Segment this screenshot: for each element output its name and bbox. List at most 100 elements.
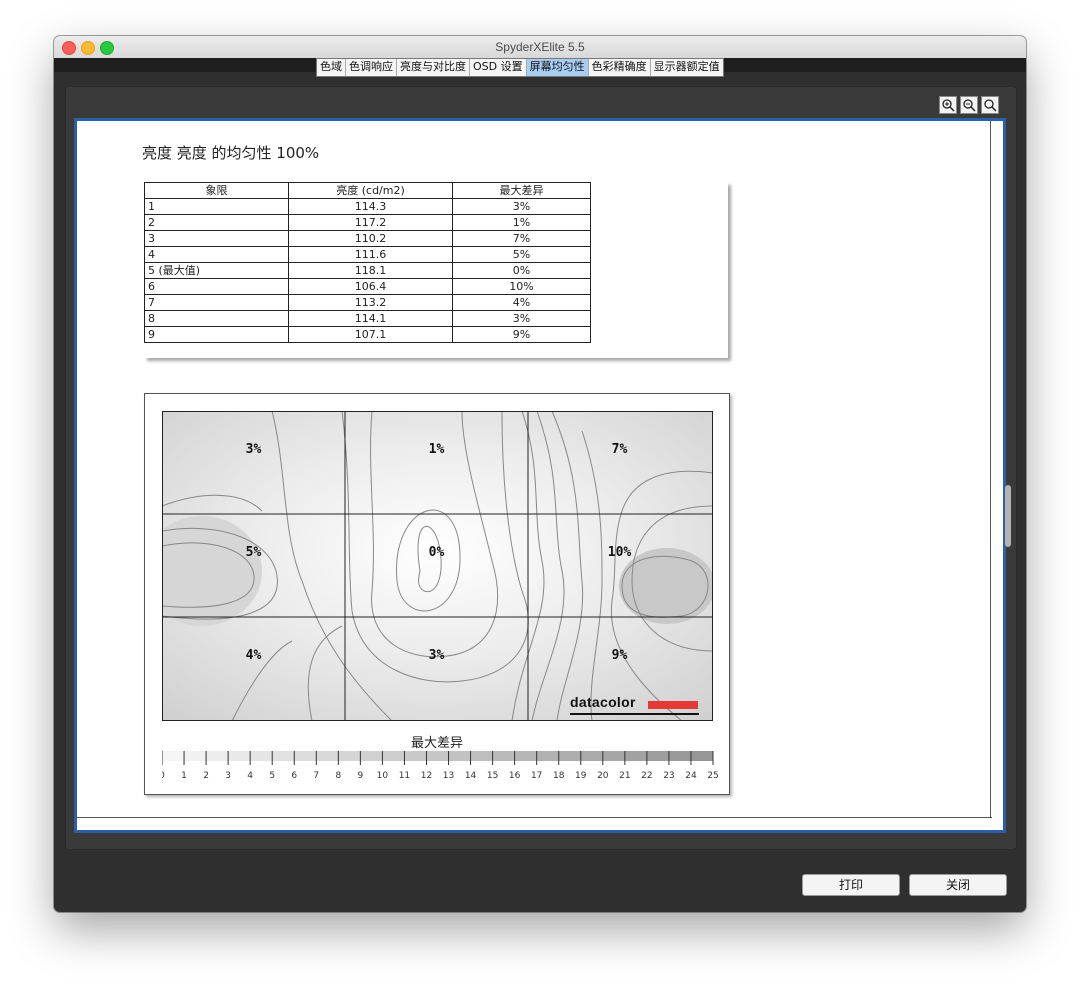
table-row: 4 111.6 5% (144, 246, 591, 263)
tab-color-accuracy[interactable]: 色彩精确度 (589, 59, 651, 76)
table-row: 7 113.2 4% (144, 294, 591, 311)
legend-tick-label: 23 (663, 771, 674, 781)
legend-band-1 (184, 751, 207, 761)
cell-quadrant: 5 (最大值) (144, 262, 289, 279)
legend-tick-label: 3 (225, 771, 231, 781)
table-row: 6 106.4 10% (144, 278, 591, 295)
legend-band-5 (272, 751, 295, 761)
legend-band-8 (338, 751, 361, 761)
legend-band-17 (536, 751, 560, 761)
legend-tick-label: 24 (685, 771, 697, 781)
map-dark-region-right (619, 548, 713, 624)
table-row: 2 117.2 1% (144, 214, 591, 231)
legend-tick-label: 22 (641, 771, 652, 781)
legend-band-15 (492, 751, 516, 761)
cell-luminance: 113.2 (288, 294, 453, 311)
tab-strip: 色域 色调响应 亮度与对比度 OSD 设置 屏幕均匀性 色彩精确度 显示器额定值 (54, 58, 1026, 77)
tab-osd-settings[interactable]: OSD 设置 (470, 59, 527, 76)
cell-quadrant: 8 (144, 310, 289, 327)
legend-tick-label: 17 (531, 771, 542, 781)
logo-red-bar (648, 701, 698, 709)
uniformity-map-card: 3%1%7%5%0%10%4%3%9% datacolor 最大差异 01234… (144, 393, 730, 795)
legend-tick-label: 4 (247, 771, 253, 781)
tab-bar: 色域 色调响应 亮度与对比度 OSD 设置 屏幕均匀性 色彩精确度 显示器额定值 (316, 58, 724, 77)
legend-band-20 (602, 751, 626, 761)
cell-max-diff: 0% (452, 262, 591, 279)
table-row: 3 110.2 7% (144, 230, 591, 247)
logo-text: datacolor (570, 694, 636, 710)
legend-scale: 0123456789101112131415161718192021222324… (162, 751, 718, 781)
legend-tick-label: 14 (465, 771, 477, 781)
tab-brightness-contrast[interactable]: 亮度与对比度 (397, 59, 470, 76)
legend-tick-label: 16 (509, 771, 521, 781)
page-edge-right (990, 121, 991, 817)
vertical-scrollbar-thumb[interactable] (1005, 485, 1011, 547)
col-header-quadrant: 象限 (144, 182, 289, 199)
logo-underline (570, 713, 699, 715)
legend-tick-label: 12 (421, 771, 432, 781)
legend-tick-label: 18 (553, 771, 565, 781)
legend-band-7 (316, 751, 339, 761)
legend-tick-label: 13 (443, 771, 454, 781)
legend-band-22 (646, 751, 670, 761)
quadrant-label-9: 9% (611, 648, 628, 663)
legend-band-10 (382, 751, 405, 761)
window-title: SpyderXElite 5.5 (495, 40, 585, 54)
zoom-out-button[interactable] (960, 96, 978, 114)
zoom-in-button[interactable] (939, 96, 957, 114)
app-window: SpyderXElite 5.5 色域 色调响应 亮度与对比度 OSD 设置 屏… (54, 36, 1026, 912)
cell-luminance: 117.2 (288, 214, 453, 231)
tab-gamut[interactable]: 色域 (317, 59, 346, 76)
legend-band-12 (426, 751, 450, 761)
uniformity-contour-map (162, 411, 713, 721)
cell-quadrant: 6 (144, 278, 289, 295)
quadrant-label-5: 0% (428, 545, 445, 560)
legend-band-2 (206, 751, 229, 761)
quadrant-label-6: 10% (607, 545, 632, 560)
col-header-max-diff: 最大差异 (452, 182, 591, 199)
report-document[interactable]: 亮度 亮度 的均匀性 100% 象限 亮度 (cd/m2) 最大差异 1 114.… (74, 118, 1006, 833)
cell-luminance: 110.2 (288, 230, 453, 247)
legend-tick-label: 25 (707, 771, 718, 781)
legend-band-6 (294, 751, 317, 761)
print-button[interactable]: 打印 (802, 874, 900, 896)
legend-tick-label: 20 (597, 771, 609, 781)
quadrant-label-4: 5% (245, 545, 262, 560)
zoom-reset-button[interactable] (981, 96, 999, 114)
tab-tone-response[interactable]: 色调响应 (346, 59, 397, 76)
cell-luminance: 111.6 (288, 246, 453, 263)
cell-luminance: 107.1 (288, 326, 453, 343)
legend-tick-label: 10 (377, 771, 389, 781)
quadrant-label-7: 4% (245, 648, 262, 663)
legend-band-3 (228, 751, 251, 761)
legend-tick-label: 6 (291, 771, 297, 781)
quadrant-label-8: 3% (428, 648, 445, 663)
cell-max-diff: 1% (452, 214, 591, 231)
page-edge-bottom (77, 817, 992, 818)
tab-screen-uniformity[interactable]: 屏幕均匀性 (526, 59, 589, 76)
cell-max-diff: 10% (452, 278, 591, 295)
legend-band-9 (360, 751, 383, 761)
legend-tick-label: 15 (487, 771, 498, 781)
datacolor-logo: datacolor (570, 694, 700, 720)
zoom-out-icon (963, 99, 976, 112)
close-button[interactable]: 关闭 (909, 874, 1007, 896)
tab-monitor-rating[interactable]: 显示器额定值 (651, 59, 723, 76)
legend-title: 最大差异 (410, 736, 463, 751)
table-body: 1 114.3 3% 2 117.2 1% 3 110.2 7% 4 111.6 5% 5 (最大值) 1… (144, 198, 591, 343)
legend-tick-label: 19 (575, 771, 587, 781)
legend-tick-label: 11 (399, 771, 410, 781)
cell-luminance: 106.4 (288, 278, 453, 295)
legend-band-19 (580, 751, 604, 761)
quadrant-label-3: 7% (611, 442, 628, 457)
legend-band-14 (470, 751, 494, 761)
cell-quadrant: 2 (144, 214, 289, 231)
legend-band-0 (162, 751, 185, 761)
col-header-luminance: 亮度 (cd/m2) (288, 182, 453, 199)
table-row: 1 114.3 3% (144, 198, 591, 215)
legend-band-24 (690, 751, 714, 761)
table-row: 5 (最大值) 118.1 0% (144, 262, 591, 279)
cell-quadrant: 9 (144, 326, 289, 343)
zoom-reset-icon (984, 99, 997, 112)
report-panel: 亮度 亮度 的均匀性 100% 象限 亮度 (cd/m2) 最大差异 1 114.… (65, 86, 1017, 850)
